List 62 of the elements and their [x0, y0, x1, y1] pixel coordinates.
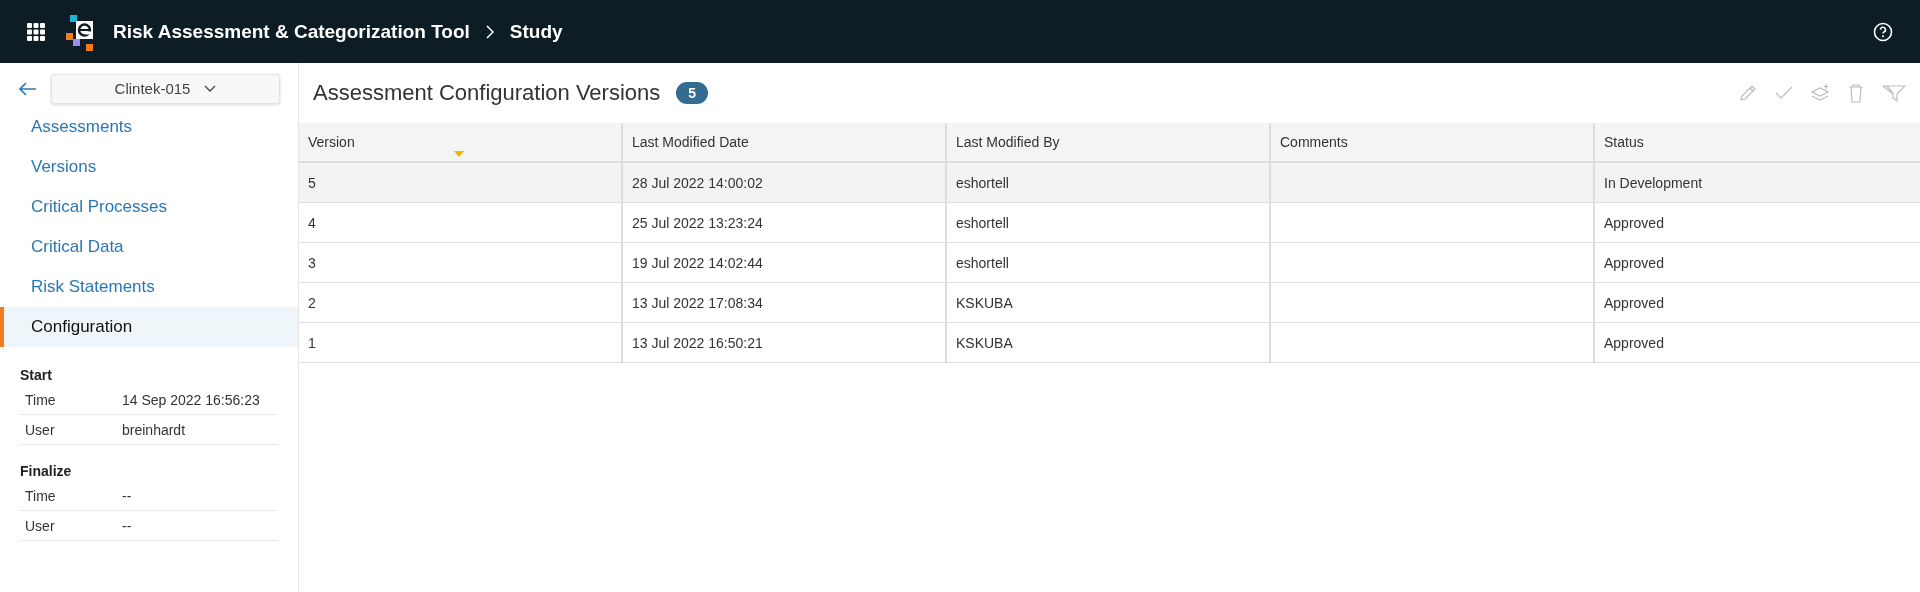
table-row[interactable]: 3 19 Jul 2022 14:02:44 eshortell Approved	[299, 243, 1920, 283]
table-cell: Approved	[1604, 254, 1664, 271]
help-icon[interactable]	[1873, 21, 1893, 42]
chevron-down-icon	[204, 84, 217, 93]
table-cell: 1	[308, 334, 316, 351]
table-cell: eshortell	[956, 174, 1009, 191]
app-title: Risk Assessment & Categorization Tool	[113, 20, 470, 43]
field-label: User	[25, 517, 56, 534]
table-cell: Approved	[1604, 214, 1664, 231]
page-title: Assessment Configuration Versions	[313, 80, 661, 106]
section-title: Finalize	[20, 463, 73, 479]
nav-item[interactable]: Versions	[0, 147, 298, 187]
field-value: --	[122, 517, 132, 534]
table-cell: 19 Jul 2022 14:02:44	[632, 254, 763, 271]
table-row[interactable]: 1 13 Jul 2022 16:50:21 KSKUBA Approved	[299, 323, 1920, 363]
nav-item[interactable]: Configuration	[0, 307, 298, 347]
table-cell: eshortell	[956, 214, 1009, 231]
study-dropdown[interactable]: Clintek-015	[51, 73, 280, 104]
table-cell: KSKUBA	[956, 294, 1013, 311]
nav-item[interactable]: Risk Statements	[0, 267, 298, 307]
pencil-icon[interactable]	[1738, 83, 1758, 103]
chevron-icon	[485, 24, 494, 39]
table-row[interactable]: 2 13 Jul 2022 17:08:34 KSKUBA Approved	[299, 283, 1920, 323]
table-cell: In Development	[1604, 174, 1703, 191]
nav-item[interactable]: Critical Processes	[0, 187, 298, 227]
field-value: breinhardt	[122, 421, 186, 438]
count-badge: 5	[676, 82, 709, 104]
table-cell: 13 Jul 2022 16:50:21	[632, 334, 763, 351]
check-icon[interactable]	[1775, 86, 1793, 100]
table-cell: 4	[308, 214, 316, 231]
table-cell: 25 Jul 2022 13:23:24	[632, 214, 763, 231]
table-cell: eshortell	[956, 254, 1009, 271]
filter-icon[interactable]	[1882, 84, 1906, 102]
breadcrumb[interactable]: Study	[509, 20, 563, 43]
table-row[interactable]: 5 28 Jul 2022 14:00:02 eshortell In Development	[299, 163, 1920, 203]
table-cell: 28 Jul 2022 14:00:02	[632, 174, 763, 191]
table-cell: 2	[308, 294, 316, 311]
field-value: 14 Sep 2022 16:56:23	[122, 391, 260, 408]
column-header[interactable]: Last Modified By	[947, 123, 1271, 161]
layers-icon[interactable]	[1810, 83, 1830, 103]
table-cell: Approved	[1604, 294, 1664, 311]
table-cell: Approved	[1604, 334, 1664, 351]
nav-item[interactable]: Critical Data	[0, 227, 298, 267]
nav-item[interactable]: Assessments	[0, 107, 298, 147]
table-cell: KSKUBA	[956, 334, 1013, 351]
field-label: Time	[25, 391, 57, 408]
table-cell: 3	[308, 254, 316, 271]
back-arrow-icon[interactable]	[19, 81, 37, 96]
section-title: Start	[20, 367, 53, 383]
column-header[interactable]: Version	[299, 123, 623, 161]
trash-icon[interactable]	[1847, 83, 1865, 103]
column-header[interactable]: Last Modified Date	[623, 123, 947, 161]
table-cell: 5	[308, 174, 316, 191]
table-row[interactable]: 4 25 Jul 2022 13:23:24 eshortell Approved	[299, 203, 1920, 243]
app-grid-icon[interactable]	[27, 22, 45, 41]
field-label: User	[25, 421, 56, 438]
table-cell: 13 Jul 2022 17:08:34	[632, 294, 763, 311]
column-header[interactable]: Comments	[1271, 123, 1595, 161]
field-value: --	[122, 487, 132, 504]
column-header[interactable]: Status	[1595, 123, 1920, 161]
logo-icon	[66, 12, 96, 51]
field-label: Time	[25, 487, 57, 504]
